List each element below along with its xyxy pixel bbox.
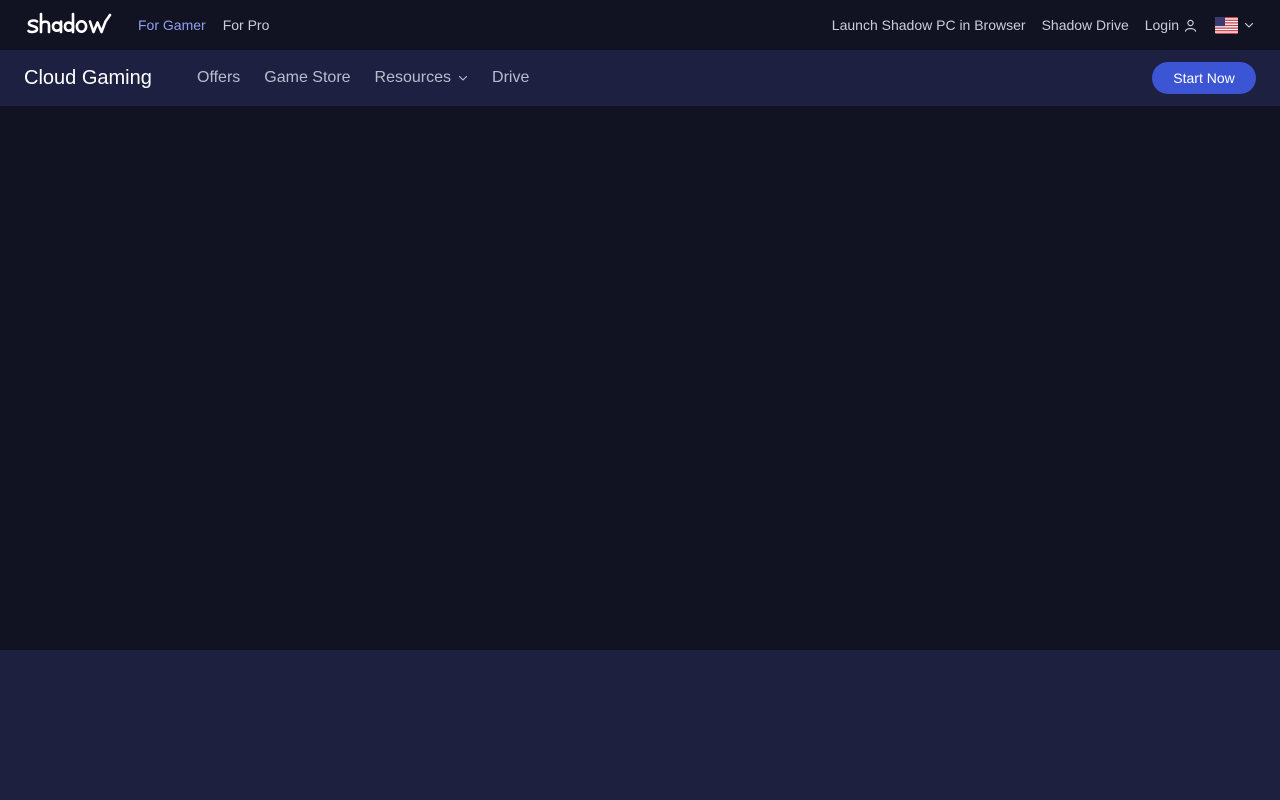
nav-game-store[interactable]: Game Store	[264, 69, 350, 87]
nav-resources-label: Resources	[374, 69, 452, 86]
login-label: Login	[1144, 17, 1179, 33]
main-nav-links: Offers Game Store Resources Drive	[197, 50, 529, 106]
launch-browser-link[interactable]: Launch Shadow PC in Browser	[832, 17, 1026, 33]
cloud-gaming-title[interactable]: Cloud Gaming	[24, 50, 152, 106]
shadow-logo[interactable]	[27, 12, 113, 38]
nav-game-store-label: Game Store	[264, 69, 351, 86]
nav-drive-label: Drive	[492, 69, 530, 86]
nav-drive[interactable]: Drive	[492, 69, 529, 87]
login-button[interactable]: Login	[1145, 17, 1197, 33]
us-flag-icon	[1215, 16, 1238, 34]
utility-nav: Launch Shadow PC in Browser Shadow Drive…	[832, 0, 1254, 50]
language-selector[interactable]	[1215, 16, 1254, 34]
top-bar: For Gamer For Pro Launch Shadow PC in Br…	[0, 0, 1280, 50]
nav-resources[interactable]: Resources	[375, 69, 468, 87]
for-gamer-link[interactable]: For Gamer	[138, 17, 206, 33]
main-nav: Cloud Gaming Offers Game Store Resources…	[0, 50, 1280, 106]
shadow-drive-link[interactable]: Shadow Drive	[1042, 17, 1129, 33]
chevron-down-icon	[458, 75, 468, 81]
hero-section	[0, 106, 1280, 650]
segment-nav: For Gamer For Pro	[138, 0, 269, 50]
nav-offers[interactable]: Offers	[197, 69, 240, 87]
for-pro-link[interactable]: For Pro	[223, 17, 270, 33]
chevron-down-icon	[1244, 22, 1254, 28]
start-now-button[interactable]: Start Now	[1152, 62, 1256, 94]
lower-section	[0, 650, 1280, 800]
nav-offers-label: Offers	[197, 69, 241, 86]
shadow-logo-icon	[27, 12, 112, 34]
user-icon	[1184, 19, 1197, 32]
